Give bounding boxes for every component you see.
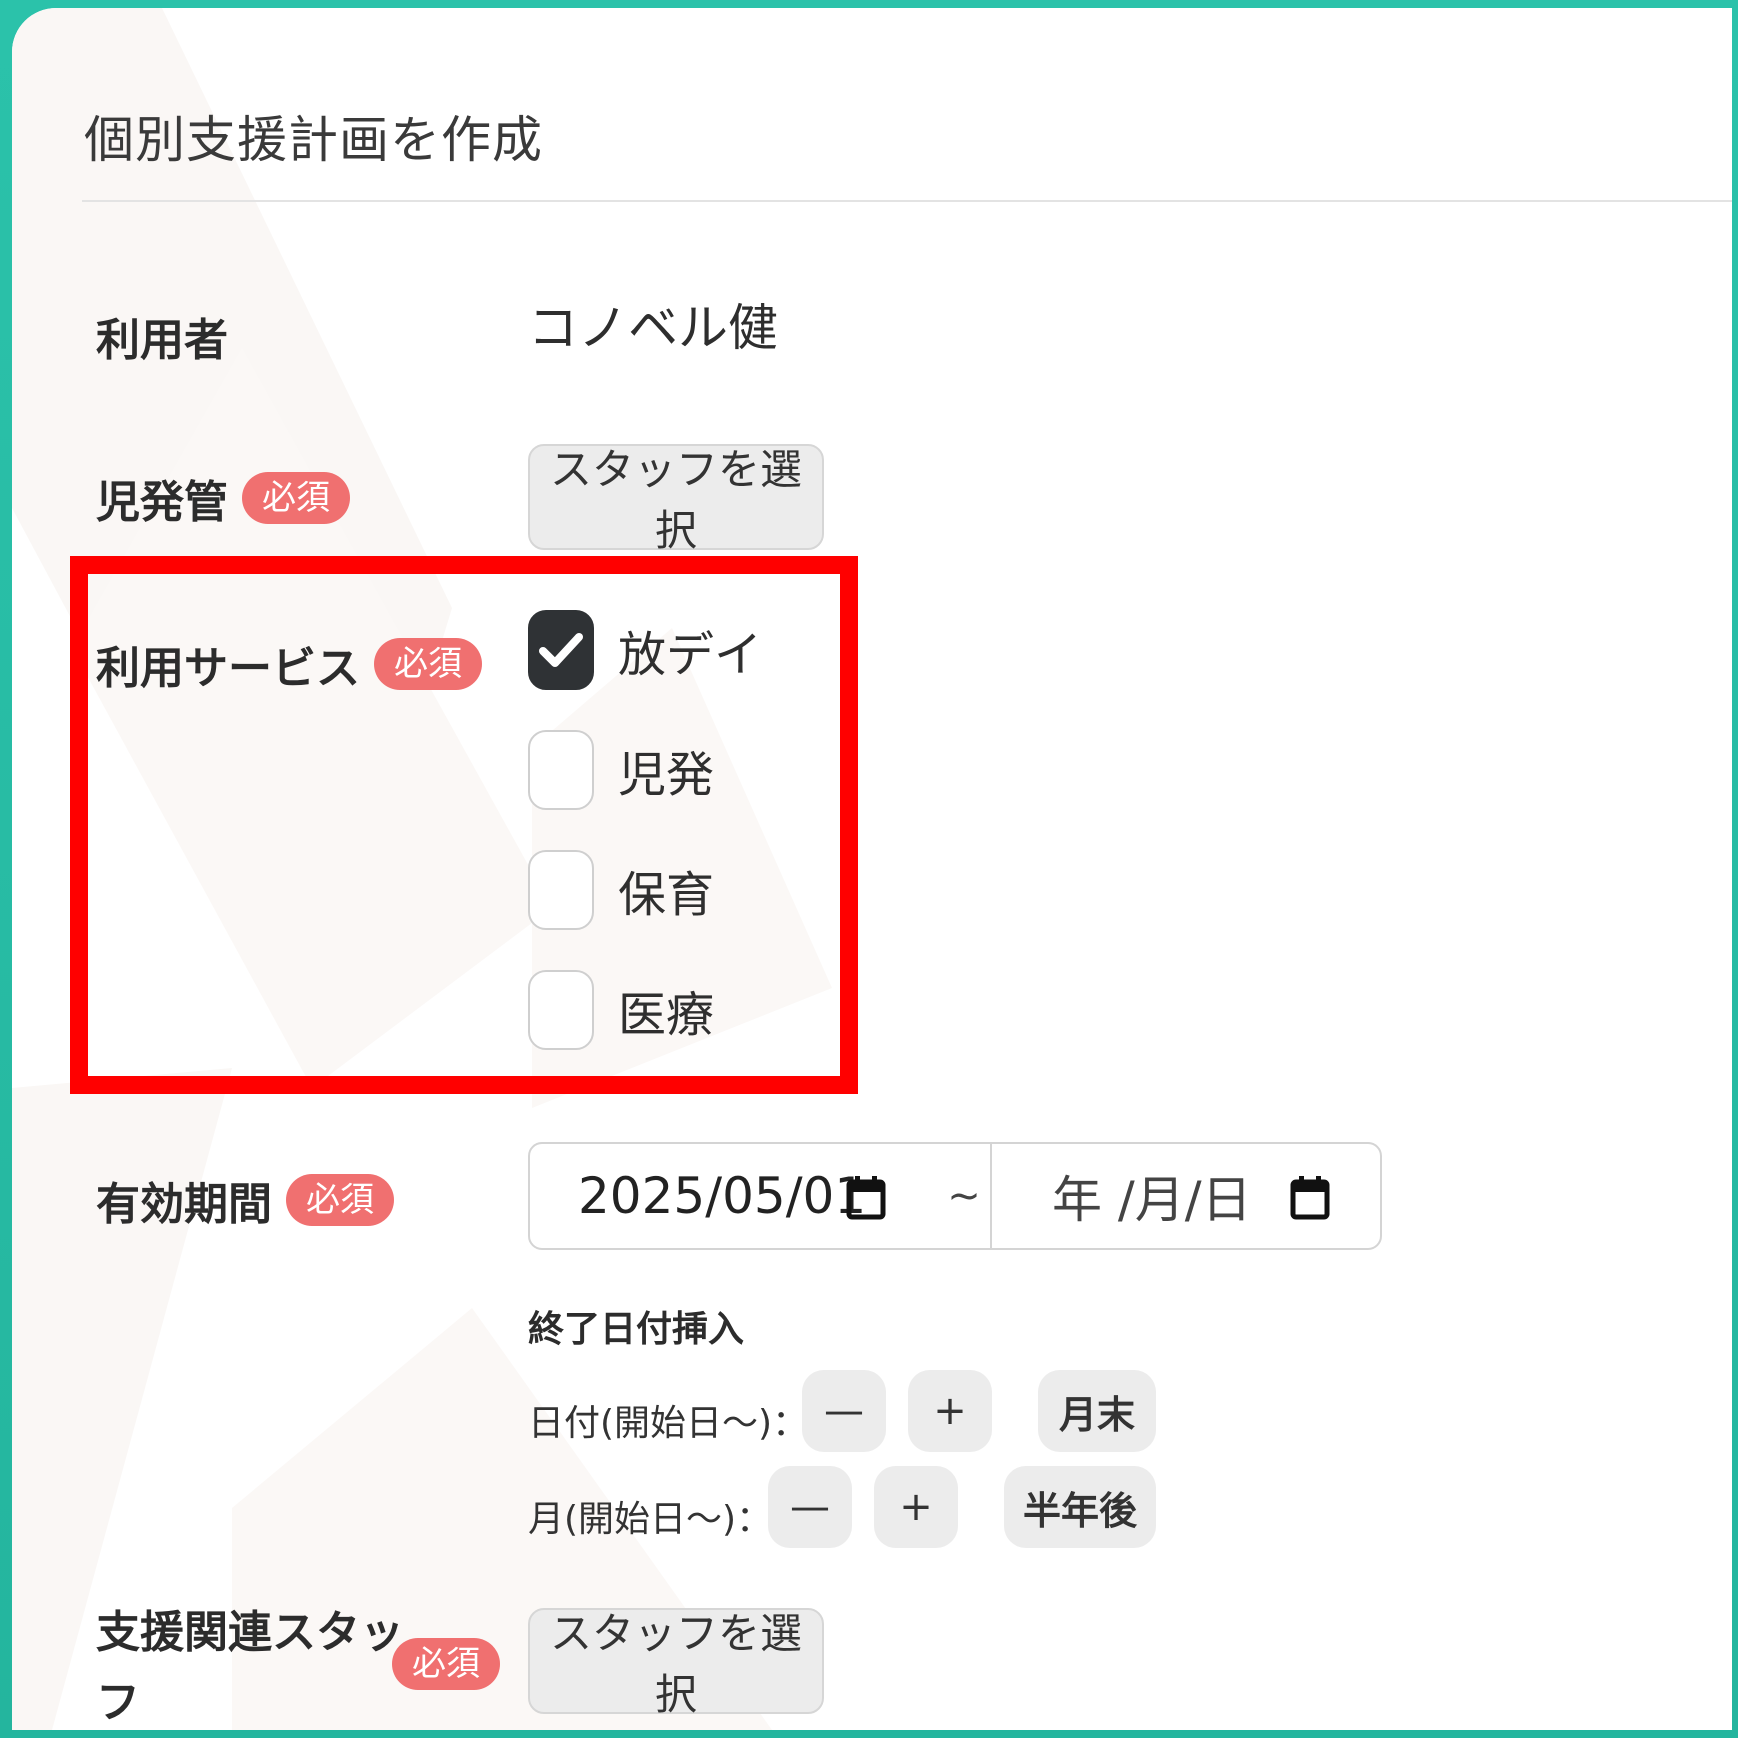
end-date-input[interactable]: 年 /月/日 [990, 1142, 1382, 1250]
support-staff-select-button[interactable]: スタッフを選択 [528, 1608, 824, 1719]
period-label-text: 有効期間 [96, 1179, 272, 1230]
manager-label: 児発管 必須 [96, 466, 350, 530]
service-option-houdei[interactable]: 放デイ [528, 610, 762, 690]
required-badge: 必須 [392, 1638, 500, 1690]
manager-label-text: 児発管 [96, 477, 228, 528]
calendar-icon[interactable] [1290, 1174, 1330, 1220]
month-plus-button[interactable]: + [874, 1466, 958, 1548]
support-staff-label: 支援関連スタッ フ [96, 1598, 404, 1730]
iryou-checkbox[interactable] [528, 970, 594, 1050]
month-row-label: 月(開始日～)： [528, 1499, 773, 1540]
required-badge: 必須 [374, 638, 482, 690]
user-label-text: 利用者 [96, 315, 228, 366]
user-value: コノベル健 [528, 299, 778, 357]
service-option-jihatsu[interactable]: 児発 [528, 730, 714, 810]
iryou-label: 医療 [618, 987, 715, 1043]
support-staff-label-line2: フ [96, 1677, 140, 1728]
end-date-insert-heading: 終了日付挿入 [528, 1309, 745, 1350]
start-date-input[interactable]: 2025/05/01 [528, 1142, 938, 1250]
hoiku-label: 保育 [618, 867, 715, 923]
period-label: 有効期間 必須 [96, 1168, 394, 1232]
manager-select-staff-button[interactable]: スタッフを選択 [528, 444, 824, 555]
day-plus-button[interactable]: + [908, 1370, 992, 1452]
window-frame: 個別支援計画を作成 利用者 コノベル健 児発管 必須 スタッフを選択 利用サービ… [0, 0, 1738, 1738]
day-row-label: 日付(開始日～)： [528, 1403, 809, 1444]
half-year-button[interactable]: 半年後 [1004, 1466, 1156, 1548]
calendar-icon[interactable] [846, 1174, 886, 1220]
modal-title: 個別支援計画を作成 [84, 111, 543, 169]
service-option-iryou[interactable]: 医療 [528, 970, 714, 1050]
start-date-value: 2025/05/01 [578, 1167, 867, 1225]
support-staff-label-line1: 支援関連スタッ [96, 1607, 404, 1658]
create-plan-modal: 個別支援計画を作成 利用者 コノベル健 児発管 必須 スタッフを選択 利用サービ… [12, 8, 1732, 1730]
end-date-placeholder: 年 /月/日 [1052, 1171, 1252, 1229]
user-label: 利用者 [96, 304, 228, 368]
month-end-button[interactable]: 月末 [1038, 1370, 1156, 1452]
jihatsu-checkbox[interactable] [528, 730, 594, 810]
check-icon [539, 633, 583, 667]
hoiku-checkbox[interactable] [528, 850, 594, 930]
houdei-label: 放デイ [618, 627, 763, 683]
houdei-checkbox[interactable] [528, 610, 594, 690]
title-divider [82, 200, 1732, 202]
jihatsu-label: 児発 [618, 747, 715, 803]
services-label-text: 利用サービス [96, 643, 360, 694]
required-badge: 必須 [286, 1174, 394, 1226]
month-minus-button[interactable]: — [768, 1466, 852, 1548]
service-option-hoiku[interactable]: 保育 [528, 850, 714, 930]
day-minus-button[interactable]: — [802, 1370, 886, 1452]
date-range-separator-text: ~ [947, 1173, 981, 1219]
required-badge: 必須 [242, 472, 350, 524]
services-label: 利用サービス 必須 [96, 632, 482, 696]
date-range-separator: ~ [936, 1142, 992, 1250]
